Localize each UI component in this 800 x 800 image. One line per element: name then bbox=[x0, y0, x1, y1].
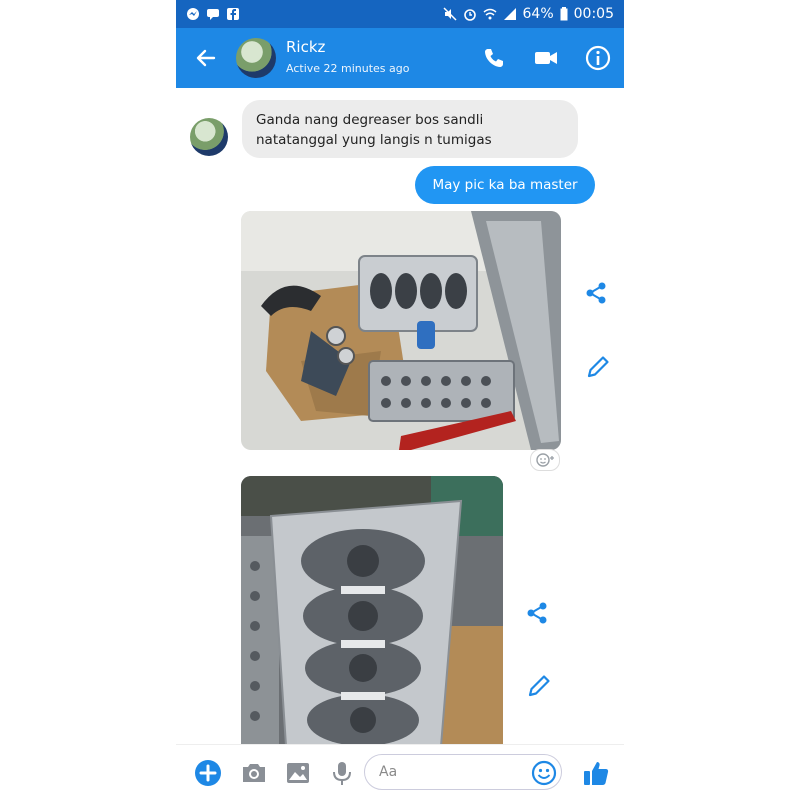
sender-avatar[interactable] bbox=[190, 118, 228, 156]
conversation-header: Rickz Active 22 minutes ago bbox=[176, 28, 624, 88]
smiley-plus-icon bbox=[536, 453, 554, 467]
camera-icon[interactable] bbox=[238, 757, 270, 789]
signal-icon bbox=[503, 8, 516, 20]
messenger-notification-icon bbox=[187, 8, 199, 20]
message-composer: Aa bbox=[176, 744, 624, 800]
facebook-notification-icon bbox=[227, 8, 239, 20]
gallery-icon[interactable] bbox=[282, 757, 314, 789]
add-reaction-button[interactable] bbox=[530, 449, 560, 471]
alarm-icon bbox=[463, 9, 476, 21]
clock: 00:05 bbox=[573, 6, 614, 22]
status-bar: 64% 00:05 bbox=[176, 0, 624, 28]
chat-notification-icon bbox=[207, 9, 219, 20]
plus-icon[interactable] bbox=[192, 757, 224, 789]
battery-icon bbox=[560, 7, 568, 21]
phone-call-icon[interactable] bbox=[480, 44, 508, 72]
share-icon[interactable] bbox=[581, 278, 611, 308]
battery-percent: 64% bbox=[522, 6, 554, 22]
message-line: natatanggal yung langis n tumigas bbox=[256, 132, 492, 148]
edit-pencil-icon[interactable] bbox=[524, 671, 554, 701]
message-line: Ganda nang degreaser bos sandli bbox=[256, 112, 484, 128]
engine-parts-photo[interactable] bbox=[241, 211, 561, 450]
microphone-icon[interactable] bbox=[326, 757, 358, 789]
contact-name[interactable]: Rickz bbox=[286, 38, 325, 56]
mute-icon bbox=[442, 7, 457, 21]
wifi-icon bbox=[483, 8, 496, 20]
share-icon[interactable] bbox=[522, 598, 552, 628]
incoming-message[interactable]: Ganda nang degreaser bos sandli natatang… bbox=[242, 100, 578, 158]
like-thumb-icon[interactable] bbox=[580, 757, 612, 789]
edit-pencil-icon[interactable] bbox=[583, 352, 613, 382]
contact-avatar[interactable] bbox=[236, 38, 276, 78]
info-icon[interactable] bbox=[584, 44, 612, 72]
engine-block-photo[interactable] bbox=[241, 476, 503, 746]
status-notifications bbox=[176, 7, 240, 21]
outgoing-message[interactable]: May pic ka ba master bbox=[415, 166, 595, 204]
video-call-icon[interactable] bbox=[532, 44, 560, 72]
messenger-screen: 64% 00:05 Rickz Active 22 minutes ago Ga… bbox=[176, 0, 624, 800]
back-arrow-icon[interactable] bbox=[192, 44, 220, 72]
active-status: Active 22 minutes ago bbox=[286, 62, 410, 75]
emoji-icon[interactable] bbox=[528, 757, 560, 789]
status-indicators: 64% 00:05 bbox=[442, 6, 624, 22]
